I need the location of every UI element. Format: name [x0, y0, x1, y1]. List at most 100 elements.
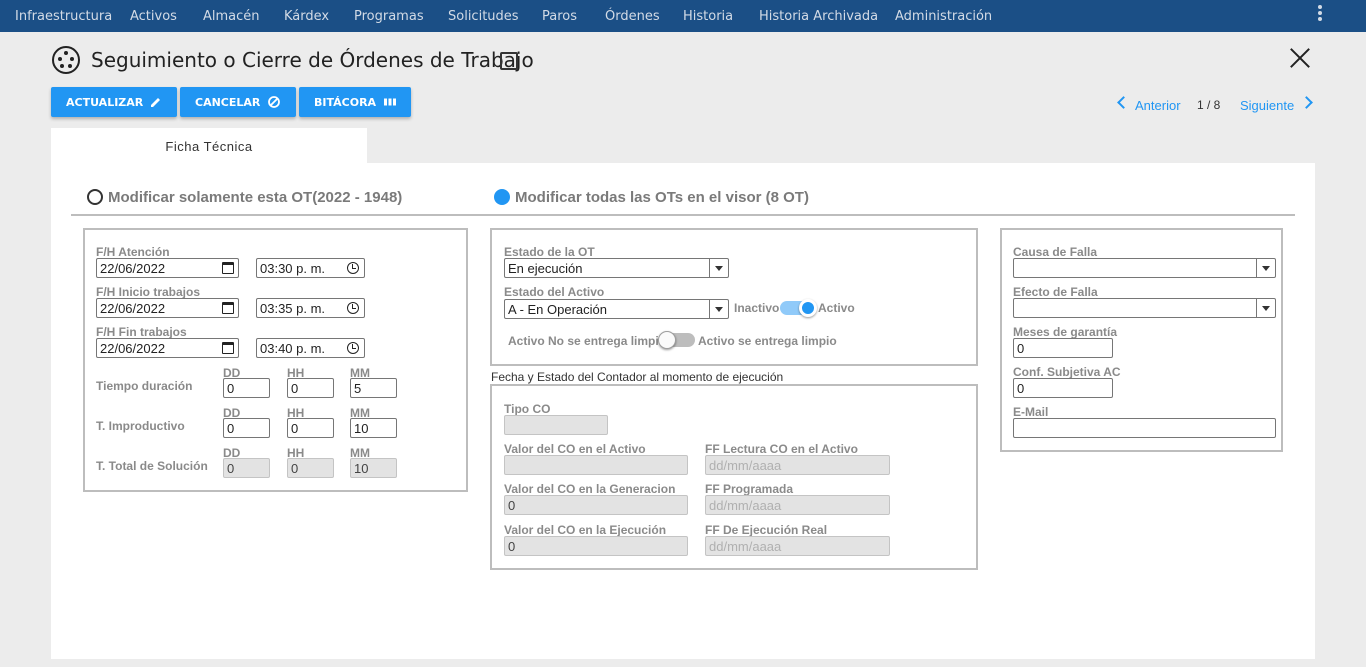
calendar-icon[interactable]: [222, 342, 234, 354]
film-reel-icon: [52, 46, 80, 74]
end-time-value: 03:40 p. m.: [260, 341, 326, 356]
next-link[interactable]: Siguiente: [1240, 98, 1294, 113]
clean-toggle[interactable]: [658, 331, 695, 349]
end-time-input[interactable]: 03:40 p. m.: [256, 338, 365, 358]
nav-item-paros[interactable]: Paros: [542, 9, 577, 24]
unproductive-mm-input[interactable]: 10: [350, 418, 397, 438]
calendar-icon[interactable]: [222, 262, 234, 274]
conf-input[interactable]: 0: [1013, 378, 1113, 398]
duration-dd-input[interactable]: 0: [223, 378, 270, 398]
nav-item-infraestructura[interactable]: Infraestructura: [15, 9, 112, 24]
radio-all[interactable]: [494, 189, 510, 205]
asset-status-select[interactable]: A - En Operación: [504, 299, 729, 319]
attention-time-input[interactable]: 03:30 p. m.: [256, 258, 365, 278]
nav-item-activos[interactable]: Activos: [130, 9, 177, 24]
radio-only-this-label: Modificar solamente esta OT(2022 - 1948): [108, 189, 403, 206]
ff-reading-label: FF Lectura CO en el Activo: [705, 442, 858, 456]
asset-status-label: Estado del Activo: [504, 285, 605, 299]
more-vert-icon[interactable]: [1316, 4, 1324, 24]
dropdown-arrow-icon[interactable]: [1256, 299, 1275, 317]
block-icon: [268, 96, 280, 108]
dropdown-arrow-icon[interactable]: [1256, 259, 1275, 277]
attention-date-input[interactable]: 22/06/2022: [96, 258, 239, 278]
unproductive-label: T. Improductivo: [96, 419, 185, 433]
total-dd-field: 0: [223, 458, 270, 478]
nav-item-solicitudes[interactable]: Solicitudes: [448, 9, 519, 24]
select-checkbox[interactable]: [500, 52, 518, 70]
cancel-button[interactable]: CANCELAR: [180, 87, 296, 117]
nav-item-ordenes[interactable]: Órdenes: [605, 9, 660, 24]
start-label: F/H Inicio trabajos: [96, 285, 201, 299]
nav-item-administracion[interactable]: Administración: [895, 9, 992, 24]
total-mm-field: 10: [350, 458, 397, 478]
warranty-input[interactable]: 0: [1013, 338, 1113, 358]
duration-label: Tiempo duración: [96, 379, 193, 393]
total-label: T. Total de Solución: [96, 459, 208, 473]
warranty-label: Meses de garantía: [1013, 325, 1118, 339]
chevron-left-icon[interactable]: [1117, 96, 1130, 109]
nav-item-historia-archivada[interactable]: Historia Archivada: [759, 9, 878, 24]
chevron-right-icon[interactable]: [1300, 96, 1313, 109]
nav-item-almacen[interactable]: Almacén: [203, 9, 260, 24]
radio-only-this[interactable]: [87, 189, 103, 205]
asset-active-toggle[interactable]: [780, 299, 817, 317]
nav-item-programas[interactable]: Programas: [354, 9, 424, 24]
update-button[interactable]: ACTUALIZAR: [51, 87, 177, 117]
asset-status-value: A - En Operación: [508, 302, 607, 317]
log-button-label: BITÁCORA: [314, 96, 377, 109]
ff-real-field: dd/mm/aaaa: [705, 536, 890, 556]
co-exec-field: 0: [504, 536, 688, 556]
co-gen-label: Valor del CO en la Generacion: [504, 482, 676, 496]
columns-icon: [384, 98, 396, 106]
conf-label: Conf. Subjetiva AC: [1013, 365, 1121, 379]
counter-section-label: Fecha y Estado del Contador al momento d…: [491, 370, 784, 384]
ff-planned-label: FF Programada: [705, 482, 794, 496]
dropdown-arrow-icon[interactable]: [709, 259, 728, 277]
end-label: F/H Fin trabajos: [96, 325, 187, 339]
cause-select[interactable]: [1013, 258, 1276, 278]
duration-hh-input[interactable]: 0: [287, 378, 334, 398]
cause-label: Causa de Falla: [1013, 245, 1098, 259]
start-date-input[interactable]: 22/06/2022: [96, 298, 239, 318]
co-asset-field: [504, 455, 688, 475]
ff-planned-field: dd/mm/aaaa: [705, 495, 890, 515]
attention-date-value: 22/06/2022: [100, 261, 166, 276]
clock-icon[interactable]: [347, 302, 359, 314]
not-clean-label: Activo No se entrega limpio: [508, 334, 667, 348]
prev-link[interactable]: Anterior: [1135, 98, 1181, 113]
effect-label: Efecto de Falla: [1013, 285, 1098, 299]
effect-select[interactable]: [1013, 298, 1276, 318]
attention-time-value: 03:30 p. m.: [260, 261, 326, 276]
log-button[interactable]: BITÁCORA: [299, 87, 411, 117]
end-date-value: 22/06/2022: [100, 341, 166, 356]
dropdown-arrow-icon[interactable]: [709, 300, 728, 318]
clock-icon[interactable]: [347, 342, 359, 354]
cancel-button-label: CANCELAR: [195, 96, 261, 109]
tab-ficha-tecnica[interactable]: Ficha Técnica: [51, 128, 367, 164]
nav-item-historia[interactable]: Historia: [683, 9, 733, 24]
email-input[interactable]: [1013, 418, 1276, 438]
duration-mm-input[interactable]: 5: [350, 378, 397, 398]
pencil-icon: [151, 98, 160, 107]
unproductive-hh-input[interactable]: 0: [287, 418, 334, 438]
ot-status-select[interactable]: En ejecución: [504, 258, 729, 278]
attention-label: F/H Atención: [96, 245, 170, 259]
update-button-label: ACTUALIZAR: [66, 96, 144, 109]
active-label: Activo: [818, 301, 855, 315]
close-icon[interactable]: [1289, 47, 1311, 69]
ff-real-label: FF De Ejecución Real: [705, 523, 828, 537]
co-type-field: [504, 415, 608, 435]
ot-status-label: Estado de la OT: [504, 245, 595, 259]
calendar-icon[interactable]: [222, 302, 234, 314]
page-title: Seguimiento o Cierre de Órdenes de Traba…: [91, 48, 534, 72]
inactive-label: Inactivo: [734, 301, 780, 315]
radio-all-label: Modificar todas las OTs en el visor (8 O…: [515, 189, 809, 206]
unproductive-dd-input[interactable]: 0: [223, 418, 270, 438]
clock-icon[interactable]: [347, 262, 359, 274]
nav-item-kardex[interactable]: Kárdex: [284, 9, 329, 24]
end-date-input[interactable]: 22/06/2022: [96, 338, 239, 358]
email-label: E-Mail: [1013, 405, 1049, 419]
start-time-input[interactable]: 03:35 p. m.: [256, 298, 365, 318]
co-gen-field: 0: [504, 495, 688, 515]
page-counter: 1 / 8: [1197, 98, 1221, 112]
